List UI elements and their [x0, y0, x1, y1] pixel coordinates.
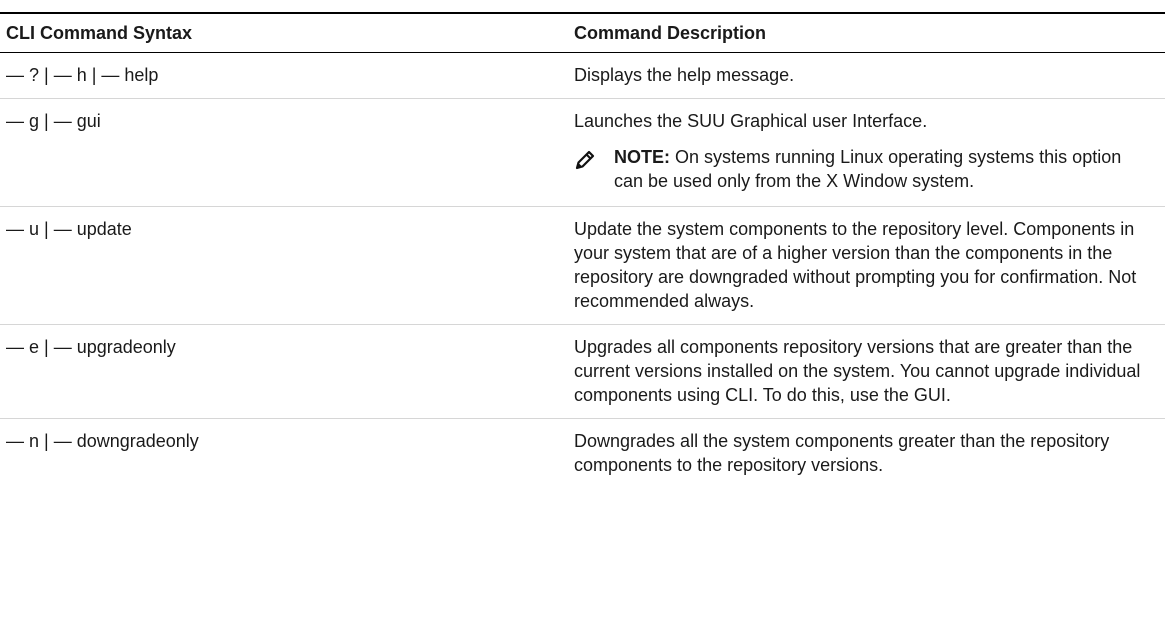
command-syntax: — e | — upgradeonly	[6, 337, 176, 357]
command-description: Displays the help message.	[574, 65, 795, 85]
command-syntax: — ? | — h | — help	[6, 65, 159, 85]
header-command-description: Command Description	[574, 23, 767, 43]
note-body: On systems running Linux operating syste…	[614, 147, 1122, 191]
table-row: — ? | — h | — help Displays the help mes…	[0, 53, 1165, 99]
note-block: NOTE: On systems running Linux operating…	[574, 145, 1155, 193]
table-row: — n | — downgradeonly Downgrades all the…	[0, 419, 1165, 488]
command-syntax: — g | — gui	[6, 111, 101, 131]
note-label: NOTE:	[614, 147, 670, 167]
command-description: Update the system components to the repo…	[574, 219, 1137, 311]
command-syntax: — n | — downgradeonly	[6, 431, 199, 451]
command-syntax: — u | — update	[6, 219, 132, 239]
cli-command-table: CLI Command Syntax Command Description —…	[0, 12, 1165, 488]
command-description: Downgrades all the system components gre…	[574, 431, 1110, 475]
table-row: — g | — gui Launches the SUU Graphical u…	[0, 99, 1165, 207]
header-cli-command-syntax: CLI Command Syntax	[6, 23, 193, 43]
command-description-cell: Launches the SUU Graphical user Interfac…	[574, 99, 1165, 206]
table-header-row: CLI Command Syntax Command Description	[0, 14, 1165, 52]
pencil-note-icon	[574, 145, 614, 193]
table-row: — e | — upgradeonly Upgrades all compone…	[0, 325, 1165, 419]
command-description: Upgrades all components repository versi…	[574, 337, 1141, 405]
command-description: Launches the SUU Graphical user Interfac…	[574, 111, 928, 131]
note-text: NOTE: On systems running Linux operating…	[614, 145, 1155, 193]
table-row: — u | — update Update the system compone…	[0, 207, 1165, 325]
